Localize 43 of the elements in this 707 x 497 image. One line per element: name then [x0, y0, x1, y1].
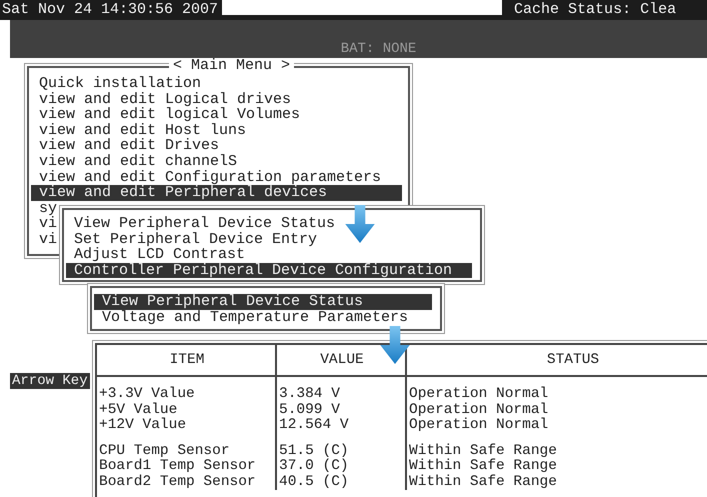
table-cell: CPU Temp Sensor: [97, 434, 277, 459]
table-cell: 3.384 V: [277, 377, 407, 402]
table-cell: 51.5 (C): [277, 434, 407, 459]
table-cell: 40.5 (C): [277, 474, 407, 490]
table-cell-text: Operation Normal: [408, 385, 550, 402]
menu-item[interactable]: View Peripheral Device Status: [94, 294, 432, 310]
menu-item[interactable]: view and edit logical Volumes: [31, 107, 300, 123]
column-header: ITEM: [97, 345, 277, 375]
table-cell-text: Within Safe Range: [408, 459, 558, 474]
table-cell-text: Within Safe Range: [408, 474, 558, 490]
hint-text: Arrow Key: [10, 373, 90, 389]
menu-item[interactable]: view and edit Host luns: [31, 122, 246, 138]
menu-item[interactable]: vi: [31, 232, 58, 248]
table-cell: 37.0 (C): [277, 459, 407, 474]
table-cell: Board2 Temp Sensor: [97, 474, 277, 490]
menu-item[interactable]: View Peripheral Device Status: [66, 216, 336, 232]
clock-text: Sat Nov 24 14:30:56 2007: [1, 0, 218, 20]
table-cell: +3.3V Value: [97, 377, 277, 402]
column-header: STATUS: [546, 351, 600, 370]
menu-item[interactable]: Controller Peripheral Device Configuration: [66, 262, 472, 278]
menu-item[interactable]: Adjust LCD Contrast: [66, 247, 246, 263]
table-cell-text: Within Safe Range: [408, 442, 558, 458]
menu-item[interactable]: view and edit Drives: [31, 138, 220, 154]
menu-item[interactable]: Quick installation: [31, 76, 202, 92]
battery-status-text: BAT: NONE: [340, 40, 416, 58]
table-cell: +5V Value: [97, 402, 277, 418]
menu-item[interactable]: view and edit Configuration parameters: [31, 170, 382, 186]
down-arrow-icon: [380, 326, 410, 364]
table-cell-text: Operation Normal: [408, 418, 550, 434]
menu-item[interactable]: sy: [31, 200, 58, 216]
menu-item[interactable]: Voltage and Temperature Parameters: [94, 310, 408, 326]
menu-item[interactable]: Set Peripheral Device Entry: [66, 232, 318, 248]
table-cell: +12V Value: [97, 418, 277, 434]
menu-item[interactable]: vi: [31, 216, 58, 232]
table-cell-text: Operation Normal: [408, 402, 550, 418]
menu-item[interactable]: view and edit channelS: [31, 154, 238, 170]
table-cell: 5.099 V: [277, 402, 407, 418]
menu-item[interactable]: view and edit Logical drives: [31, 92, 292, 108]
down-arrow-icon: [345, 205, 375, 243]
cache-status-text: Cache Status: Clea: [513, 0, 676, 20]
table-cell: Board1 Temp Sensor: [97, 459, 277, 474]
menu-item[interactable]: view and edit Peripheral devices: [31, 185, 402, 201]
table-cell: 12.564 V: [277, 418, 407, 434]
